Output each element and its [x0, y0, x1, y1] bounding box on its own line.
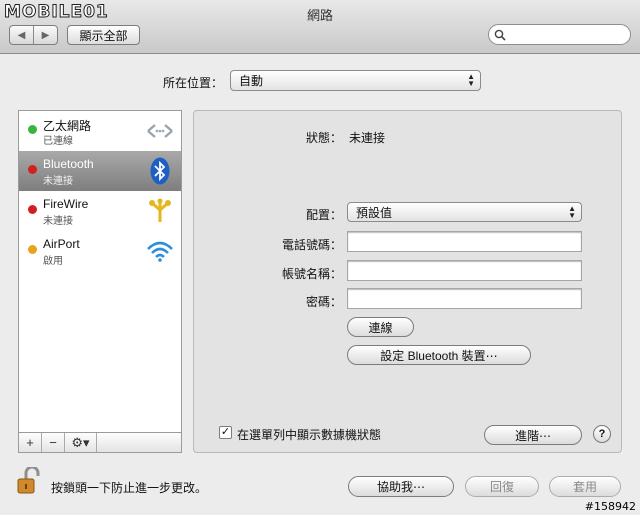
show-modem-status-checkbox[interactable]: ✓ — [219, 426, 232, 439]
firewire-icon — [145, 197, 175, 225]
service-item-airport[interactable]: AirPort 啟用 — [19, 231, 181, 271]
show-modem-status-label: 在選單列中顯示數據機狀態 — [237, 428, 382, 442]
bluetooth-icon — [145, 157, 175, 185]
status-dot — [28, 205, 37, 214]
search-icon — [494, 29, 506, 41]
config-label: 配置： — [305, 208, 342, 222]
service-name: FireWire — [43, 197, 89, 211]
password-label: 密碼： — [305, 295, 342, 309]
setup-bluetooth-button[interactable]: 設定 Bluetooth 裝置⋯ — [347, 345, 531, 365]
help-button[interactable]: ? — [593, 425, 611, 443]
select-arrows-icon: ▲ ▼ — [568, 204, 576, 220]
detail-panel — [193, 110, 622, 453]
service-status: 未連接 — [43, 176, 73, 187]
lock-icon[interactable] — [17, 465, 41, 498]
advanced-button[interactable]: 進階⋯ — [484, 425, 582, 445]
phone-field[interactable] — [347, 231, 582, 252]
config-select[interactable]: 預設值 ▲ ▼ — [347, 202, 582, 222]
search-field[interactable] — [488, 24, 631, 45]
service-item-ethernet[interactable]: 乙太網路 已連線 — [19, 111, 181, 151]
action-gear-button[interactable]: ⚙▾ — [65, 433, 97, 452]
service-name: AirPort — [43, 237, 80, 251]
location-value: 自動 — [239, 74, 264, 88]
service-item-firewire[interactable]: FireWire 未連接 — [19, 191, 181, 231]
service-status: 未連接 — [43, 216, 73, 227]
forward-icon: ▶ — [41, 29, 50, 41]
lock-text: 按鎖頭一下防止進一步更改。 — [51, 481, 208, 495]
service-status: 啟用 — [43, 256, 63, 267]
service-name: Bluetooth — [43, 157, 94, 171]
ethernet-icon — [145, 117, 175, 145]
service-list-toolbar: + − ⚙▾ — [18, 432, 182, 453]
apply-button[interactable]: 套用 — [549, 476, 621, 497]
forward-button[interactable]: ▶ — [33, 26, 57, 44]
remove-service-button[interactable]: − — [42, 433, 65, 452]
image-id-tag: #158942 — [584, 500, 636, 513]
show-all-button[interactable]: 顯示全部 — [67, 25, 140, 45]
back-button[interactable]: ◀ — [10, 26, 33, 44]
password-field[interactable] — [347, 288, 582, 309]
status-dot — [28, 165, 37, 174]
add-service-button[interactable]: + — [19, 433, 42, 452]
location-select[interactable]: 自動 ▲ ▼ — [230, 70, 481, 91]
account-label: 帳號名稱： — [281, 267, 342, 281]
service-status: 已連線 — [43, 136, 73, 147]
config-value: 預設值 — [356, 205, 393, 220]
status-value: 未連接 — [349, 131, 386, 145]
service-list: 乙太網路 已連線 Bluetooth 未連接 FireWire 未連接 AirP… — [18, 110, 182, 453]
nav-buttons: ◀ ▶ — [9, 25, 58, 45]
service-item-bluetooth[interactable]: Bluetooth 未連接 — [19, 151, 181, 191]
status-dot — [28, 245, 37, 254]
phone-label: 電話號碼： — [281, 238, 342, 252]
window-title: 網路 — [306, 8, 333, 23]
assist-button[interactable]: 協助我⋯ — [348, 476, 454, 497]
status-dot — [28, 125, 37, 134]
airport-icon — [145, 237, 175, 265]
back-icon: ◀ — [17, 29, 26, 41]
revert-button[interactable]: 回復 — [465, 476, 539, 497]
status-label: 狀態： — [305, 131, 342, 145]
account-field[interactable] — [347, 260, 582, 281]
select-arrows-icon: ▲ ▼ — [467, 72, 475, 88]
location-label: 所在位置： — [163, 76, 224, 90]
title-bar: MOBILE01 網路 ◀ ▶ 顯示全部 — [0, 0, 640, 54]
connect-button[interactable]: 連線 — [347, 317, 414, 337]
